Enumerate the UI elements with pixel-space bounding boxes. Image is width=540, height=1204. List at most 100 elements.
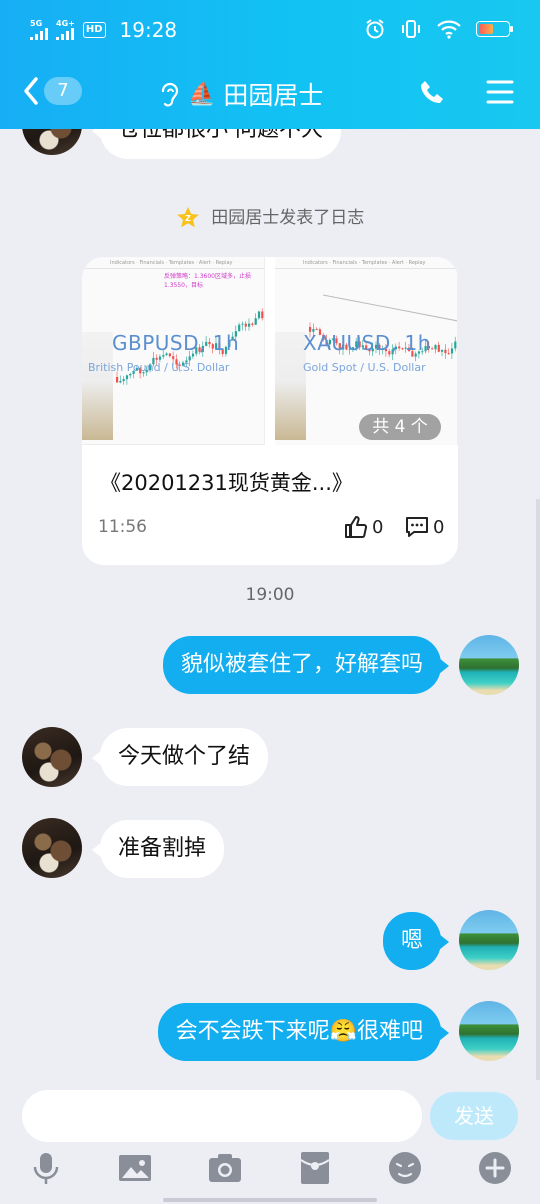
contact-avatar[interactable] [22, 727, 82, 787]
post-image-gbpusd[interactable]: Indicators · Financials · Templates · Al… [82, 257, 265, 445]
emoji-icon-inline: 😤 [329, 1019, 357, 1044]
candle-body [251, 323, 254, 325]
input-bar: 发送 [0, 1080, 540, 1204]
vibrate-icon [402, 20, 420, 38]
chat-header: 5G 4G+ HD 19:28 7 ⛵ 田园居士 [0, 0, 540, 129]
thumbs-up-icon [345, 516, 368, 538]
chart-symbol: GBPUSD, 1h [112, 331, 240, 355]
message-text: 貌似被套住了，好解套吗 [180, 652, 423, 677]
toolbar [0, 1146, 540, 1192]
message-timestamp: 19:00 [245, 585, 295, 605]
post-title: 《20201231现货黄金...》 [100, 471, 353, 495]
my-avatar[interactable] [459, 1001, 519, 1061]
candle-body [254, 318, 257, 325]
watermark-avatar [275, 332, 306, 440]
my-avatar[interactable] [459, 635, 519, 695]
comment-button[interactable]: 0 [405, 515, 444, 539]
image-count-badge: 共 4 个 [359, 414, 441, 440]
candle-body [248, 323, 251, 327]
message-text: 嗯 [400, 928, 423, 953]
contact-avatar[interactable] [22, 818, 82, 878]
like-count: 0 [372, 516, 384, 538]
candle-body [241, 323, 244, 325]
hd-voice-icon: HD [82, 22, 106, 38]
chart-subtitle: British Pound / U.S. Dollar [88, 361, 230, 374]
like-button[interactable]: 0 [344, 515, 383, 539]
candle-body [129, 373, 132, 376]
candle-body [315, 329, 318, 331]
candle-body [454, 341, 457, 349]
menu-icon[interactable] [486, 79, 514, 105]
message-bubble-incoming[interactable]: 今天做个了结 [91, 728, 269, 786]
message-text-before: 会不会跌下来呢 [175, 1019, 330, 1044]
home-indicator[interactable] [163, 1198, 377, 1202]
navigation-bar: 7 ⛵ 田园居士 [0, 70, 540, 116]
send-button[interactable]: 发送 [430, 1092, 518, 1140]
alarm-icon [366, 19, 384, 39]
network-label-2: 4G+ [56, 19, 75, 28]
candle-body [261, 311, 264, 319]
message-input[interactable] [22, 1090, 422, 1142]
blog-post-card[interactable]: Indicators · Financials · Templates · Al… [82, 257, 458, 565]
unread-count-badge: 7 [44, 77, 82, 105]
candle-body [125, 375, 129, 380]
candle-body [434, 344, 437, 350]
candle-body [441, 349, 444, 352]
candle-body [158, 356, 162, 360]
phone-icon[interactable] [418, 78, 446, 106]
candle-body [162, 355, 165, 357]
candle-body [188, 356, 191, 361]
message-bubble-outgoing[interactable]: 嗯 [382, 912, 450, 970]
ear-icon [161, 82, 179, 107]
message-text: 仓位都很小 问题不大 [118, 129, 323, 142]
camera-icon[interactable] [207, 1150, 243, 1186]
back-button[interactable]: 7 [22, 76, 82, 106]
signal-4g-icon: 4G+ [56, 20, 75, 40]
microphone-icon[interactable] [28, 1150, 64, 1186]
scrollbar[interactable] [536, 499, 540, 1159]
message-bubble-incoming[interactable]: 仓位都很小 问题不大 [92, 129, 341, 159]
red-packet-icon[interactable] [297, 1150, 333, 1186]
candle-body [244, 323, 247, 327]
battery-icon [476, 21, 513, 37]
candle-body [444, 349, 447, 354]
image-icon[interactable] [117, 1150, 153, 1186]
svg-text:Z: Z [185, 214, 191, 223]
message-bubble-outgoing[interactable]: 会不会跌下来呢😤很难吧 [157, 1003, 450, 1061]
comment-count: 0 [433, 516, 445, 538]
candle-body [257, 311, 261, 319]
candle-body [447, 353, 450, 355]
contact-avatar[interactable] [22, 129, 82, 155]
contact-name: 田园居士 [223, 81, 324, 110]
candle-body [122, 379, 125, 381]
status-time: 19:28 [119, 18, 178, 42]
wifi-icon [437, 20, 461, 39]
chat-message-list[interactable]: 仓位都很小 问题不大 Z 田园居士发表了日志 Indicators · Fina… [0, 129, 540, 1080]
emoji-icon[interactable] [387, 1150, 423, 1186]
qzone-star-icon: Z [176, 207, 199, 228]
chart-subtitle: Gold Spot / U.S. Dollar [303, 361, 426, 374]
chart-note: 反弹策略：1.3600区域多，止损1.3550，目标 [164, 273, 251, 289]
candle-body [119, 380, 122, 383]
candle-body [155, 357, 158, 360]
system-notice: Z 田园居士发表了日志 [0, 203, 540, 230]
chart-symbol: XAUUSD, 1h [303, 331, 431, 355]
message-bubble-outgoing[interactable]: 貌似被套住了，好解套吗 [162, 636, 450, 694]
message-text-after: 很难吧 [356, 1019, 423, 1044]
message-text: 准备割掉 [118, 836, 207, 861]
message-bubble-incoming[interactable]: 准备割掉 [91, 820, 225, 878]
boat-emoji-icon: ⛵ [188, 81, 216, 107]
comment-icon [406, 517, 428, 537]
message-text: 今天做个了结 [118, 744, 251, 769]
network-label-1: 5G [30, 19, 43, 28]
signal-5g-icon: 5G [30, 20, 48, 40]
post-time: 11:56 [98, 517, 147, 537]
plus-icon[interactable] [477, 1150, 513, 1186]
candle-body [431, 348, 434, 350]
candle-body [450, 348, 454, 354]
my-avatar[interactable] [459, 910, 519, 970]
contact-title[interactable]: ⛵ 田园居士 [158, 76, 323, 112]
status-bar: 5G 4G+ HD 19:28 [0, 14, 540, 48]
candle-body [437, 344, 440, 352]
post-image-xauusd[interactable]: Indicators · Financials · Templates · Al… [275, 257, 458, 445]
